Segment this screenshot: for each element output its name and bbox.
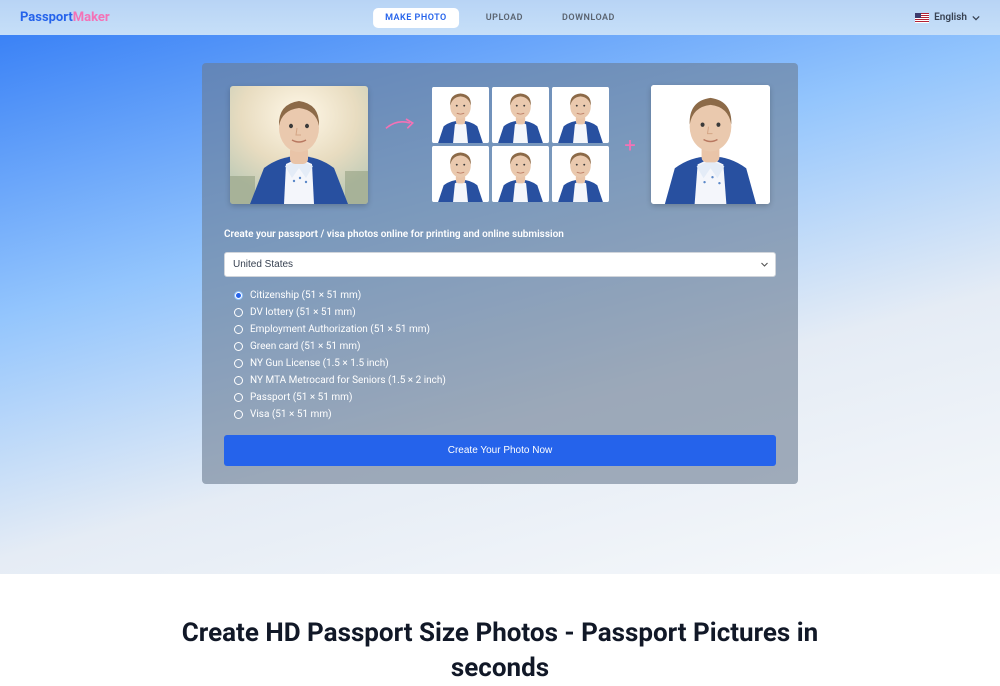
result-photo [651, 85, 770, 204]
logo[interactable]: PassportMaker [20, 10, 110, 25]
plus-icon: + [624, 135, 635, 155]
document-type-option[interactable]: Green card (51 × 51 mm) [234, 338, 776, 355]
language-selector[interactable]: English [915, 12, 980, 23]
radio-icon [234, 308, 243, 317]
document-type-option[interactable]: Visa (51 × 51 mm) [234, 406, 776, 423]
headline-line1: Create HD Passport Size Photos - Passpor… [182, 618, 818, 648]
radio-icon [234, 325, 243, 334]
sheet-cell [492, 87, 549, 143]
logo-text-1: Passport [20, 10, 73, 25]
photo-sheet-grid [432, 87, 609, 202]
top-nav: MAKE PHOTO UPLOAD DOWNLOAD [373, 8, 627, 28]
page-headline: Create HD Passport Size Photos - Passpor… [20, 616, 980, 686]
option-label: Employment Authorization (51 × 51 mm) [250, 324, 430, 335]
option-label: NY MTA Metrocard for Seniors (1.5 × 2 in… [250, 375, 446, 386]
photo-preview-row: + [224, 85, 776, 204]
instruction-text: Create your passport / visa photos onlin… [224, 229, 776, 240]
radio-icon [234, 410, 243, 419]
document-type-option[interactable]: Passport (51 × 51 mm) [234, 389, 776, 406]
nav-download[interactable]: DOWNLOAD [550, 8, 627, 28]
sheet-cell [432, 146, 489, 202]
radio-icon [234, 376, 243, 385]
sheet-cell [432, 87, 489, 143]
radio-icon [234, 342, 243, 351]
flag-us-icon [915, 13, 929, 23]
option-label: Green card (51 × 51 mm) [250, 341, 361, 352]
radio-icon [234, 359, 243, 368]
headline-line2: seconds [451, 653, 549, 683]
chevron-down-icon [972, 14, 980, 22]
sheet-cell [552, 87, 609, 143]
radio-icon [234, 393, 243, 402]
document-type-option[interactable]: Citizenship (51 × 51 mm) [234, 287, 776, 304]
option-label: DV lottery (51 × 51 mm) [250, 307, 356, 318]
nav-upload[interactable]: UPLOAD [474, 8, 535, 28]
hero-section: + Create your pass [0, 35, 1000, 574]
document-type-option[interactable]: NY Gun License (1.5 × 1.5 inch) [234, 355, 776, 372]
document-type-list: Citizenship (51 × 51 mm) DV lottery (51 … [224, 287, 776, 423]
option-label: Visa (51 × 51 mm) [250, 409, 332, 420]
sheet-cell [492, 146, 549, 202]
photo-card: + Create your pass [202, 63, 798, 484]
nav-make-photo[interactable]: MAKE PHOTO [373, 8, 459, 28]
create-photo-button[interactable]: Create Your Photo Now [224, 435, 776, 466]
radio-icon [234, 291, 243, 300]
option-label: NY Gun License (1.5 × 1.5 inch) [250, 358, 389, 369]
option-label: Passport (51 × 51 mm) [250, 392, 352, 403]
document-type-option[interactable]: DV lottery (51 × 51 mm) [234, 304, 776, 321]
document-type-option[interactable]: Employment Authorization (51 × 51 mm) [234, 321, 776, 338]
headline-section: Create HD Passport Size Photos - Passpor… [0, 574, 1000, 686]
language-label: English [934, 12, 967, 23]
logo-text-2: Maker [73, 10, 110, 25]
source-photo [230, 86, 368, 204]
option-label: Citizenship (51 × 51 mm) [250, 290, 361, 301]
document-type-option[interactable]: NY MTA Metrocard for Seniors (1.5 × 2 in… [234, 372, 776, 389]
sheet-cell [552, 146, 609, 202]
arrow-right-icon [383, 115, 417, 135]
top-header: PassportMaker MAKE PHOTO UPLOAD DOWNLOAD… [0, 0, 1000, 35]
country-select[interactable]: United States [224, 252, 776, 277]
